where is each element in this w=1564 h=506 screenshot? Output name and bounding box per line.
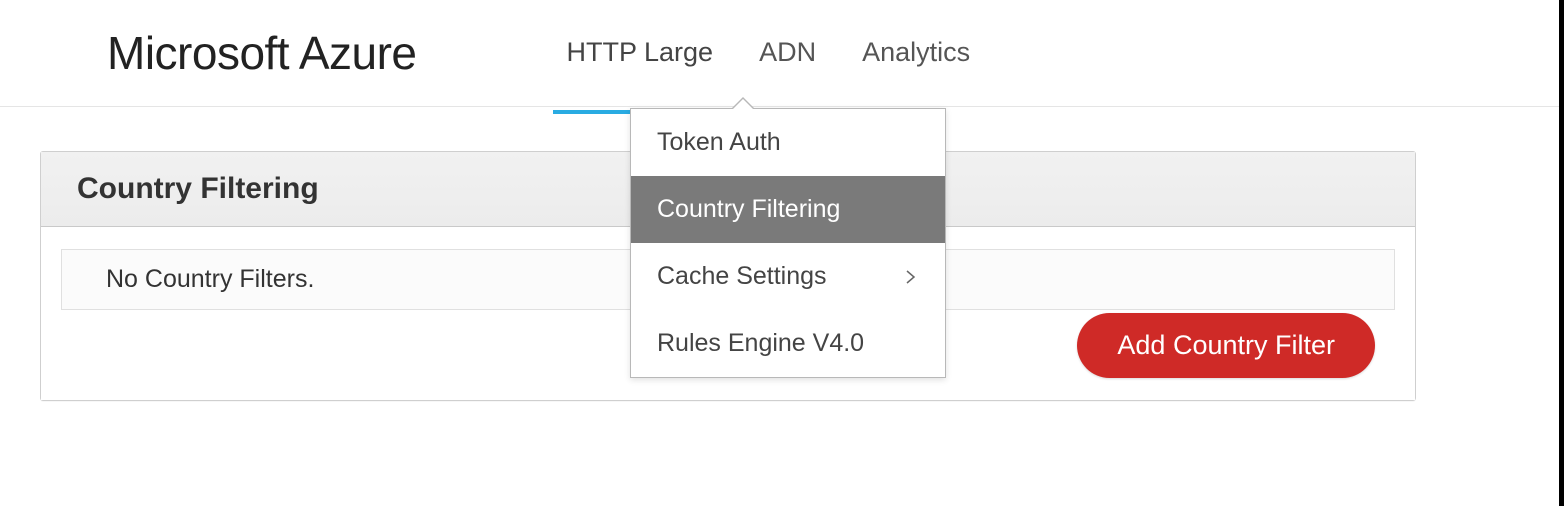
dropdown-item-label: Token Auth — [657, 128, 781, 157]
dropdown-item-label: Rules Engine V4.0 — [657, 329, 864, 358]
dropdown-item-token-auth[interactable]: Token Auth — [631, 109, 945, 176]
tab-adn[interactable]: ADN — [759, 37, 816, 70]
http-large-dropdown: Token Auth Country Filtering Cache Setti… — [630, 108, 946, 378]
dropdown-item-label: Country Filtering — [657, 195, 840, 224]
main-tabs: HTTP Large ADN Analytics — [567, 37, 971, 70]
tab-http-large[interactable]: HTTP Large — [567, 37, 714, 70]
dropdown-item-cache-settings[interactable]: Cache Settings — [631, 243, 945, 310]
dropdown-item-rules-engine[interactable]: Rules Engine V4.0 — [631, 310, 945, 377]
brand-logo: Microsoft Azure — [107, 26, 417, 80]
right-edge-border — [1559, 0, 1564, 506]
dropdown-item-country-filtering[interactable]: Country Filtering — [631, 176, 945, 243]
chevron-right-icon — [903, 269, 919, 285]
dropdown-item-label: Cache Settings — [657, 262, 827, 291]
tab-analytics[interactable]: Analytics — [862, 37, 970, 70]
topbar: Microsoft Azure HTTP Large ADN Analytics — [0, 0, 1564, 107]
add-country-filter-button[interactable]: Add Country Filter — [1077, 313, 1375, 378]
